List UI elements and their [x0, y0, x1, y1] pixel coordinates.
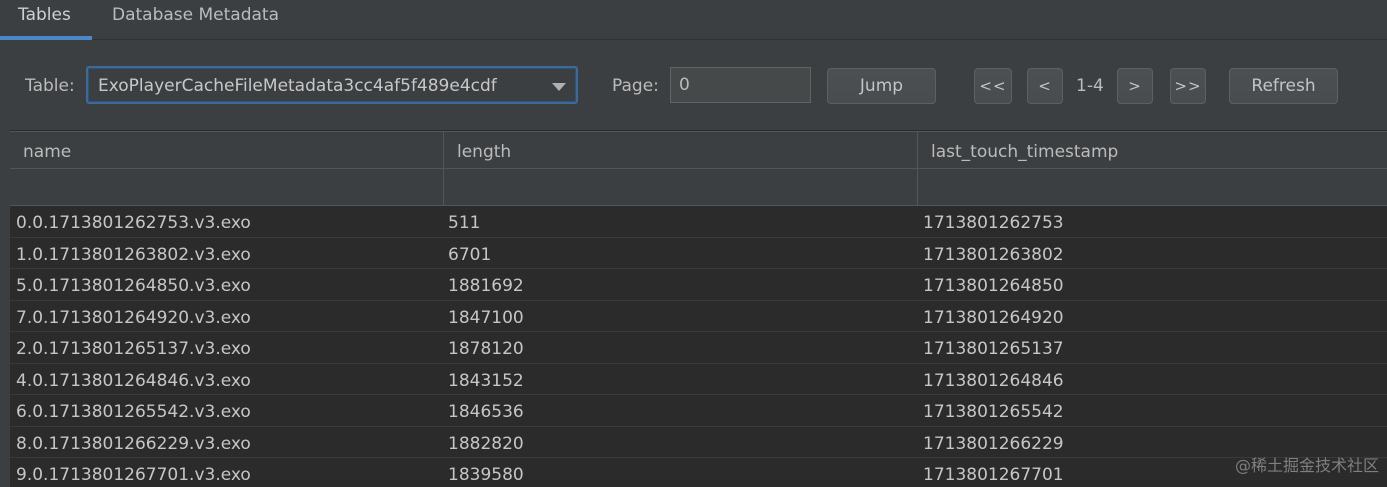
cell-name[interactable]: 9.0.1713801267701.v3.exo [16, 458, 251, 487]
page-input[interactable] [670, 67, 811, 103]
cell-last-touch-timestamp[interactable]: 1713801263802 [923, 238, 1064, 272]
cell-name[interactable]: 1.0.1713801263802.v3.exo [16, 238, 251, 272]
filter-row [10, 169, 1387, 206]
column-header-last-touch-timestamp[interactable]: last_touch_timestamp [918, 132, 1387, 169]
column-header-length[interactable]: length [444, 132, 918, 169]
refresh-button[interactable]: Refresh [1229, 68, 1338, 104]
table-row[interactable]: 2.0.1713801265137.v3.exo 1878120 171380126… [10, 332, 1387, 364]
filter-cell-name[interactable] [10, 169, 444, 205]
cell-name[interactable]: 6.0.1713801265542.v3.exo [16, 395, 251, 429]
filter-cell-length[interactable] [444, 169, 918, 205]
cell-length[interactable]: 1839580 [448, 458, 524, 487]
last-page-button[interactable]: >> [1170, 68, 1206, 104]
table-select[interactable]: ExoPlayerCacheFileMetadata3cc4af5f489e4c… [86, 66, 578, 104]
cell-name[interactable]: 4.0.1713801264846.v3.exo [16, 364, 251, 398]
next-page-button[interactable]: > [1117, 68, 1153, 104]
cell-length[interactable]: 511 [448, 206, 480, 240]
cell-length[interactable]: 1843152 [448, 364, 524, 398]
cell-last-touch-timestamp[interactable]: 1713801265137 [923, 332, 1064, 366]
first-page-button[interactable]: << [974, 68, 1012, 104]
page-range-text: 1-4 [1076, 76, 1104, 96]
cell-last-touch-timestamp[interactable]: 1713801264846 [923, 364, 1064, 398]
cell-length[interactable]: 1878120 [448, 332, 524, 366]
chevron-down-icon [552, 83, 566, 91]
cell-name[interactable]: 8.0.1713801266229.v3.exo [16, 427, 251, 461]
cell-length[interactable]: 1846536 [448, 395, 524, 429]
table-row[interactable]: 1.0.1713801263802.v3.exo 6701 171380126380… [10, 238, 1387, 272]
cell-length[interactable]: 1881692 [448, 269, 524, 303]
tab-database-metadata[interactable]: Database Metadata [112, 0, 279, 40]
filter-cell-last-touch-timestamp[interactable] [918, 169, 1387, 205]
active-tab-indicator [0, 36, 92, 40]
cell-last-touch-timestamp[interactable]: 1713801264920 [923, 301, 1064, 335]
table-row[interactable]: 0.0.1713801262753.v3.exo 511 1713801262753 [10, 206, 1387, 238]
data-table: name length last_touch_timestamp 0.0.171… [10, 130, 1387, 487]
table-select-value: ExoPlayerCacheFileMetadata3cc4af5f489e4c… [98, 76, 497, 96]
cell-last-touch-timestamp[interactable]: 1713801266229 [923, 427, 1064, 461]
tab-tables[interactable]: Tables [18, 0, 71, 40]
column-header-name[interactable]: name [10, 132, 444, 169]
cell-last-touch-timestamp[interactable]: 1713801267701 [923, 458, 1064, 487]
table-header: name length last_touch_timestamp [10, 131, 1387, 169]
cell-name[interactable]: 7.0.1713801264920.v3.exo [16, 301, 251, 335]
cell-name[interactable]: 5.0.1713801264850.v3.exo [16, 269, 251, 303]
cell-name[interactable]: 2.0.1713801265137.v3.exo [16, 332, 251, 366]
table-row[interactable]: 6.0.1713801265542.v3.exo 1846536 171380126… [10, 395, 1387, 427]
jump-button[interactable]: Jump [827, 68, 936, 104]
cell-last-touch-timestamp[interactable]: 1713801265542 [923, 395, 1064, 429]
cell-last-touch-timestamp[interactable]: 1713801264850 [923, 269, 1064, 303]
table-row[interactable]: 9.0.1713801267701.v3.exo 1839580 171380126… [10, 458, 1387, 487]
table-row[interactable]: 8.0.1713801266229.v3.exo 1882820 171380126… [10, 427, 1387, 461]
tab-bar: Tables Database Metadata [0, 0, 1387, 40]
cell-length[interactable]: 1847100 [448, 301, 524, 335]
cell-length[interactable]: 6701 [448, 238, 491, 272]
page-label: Page: [612, 76, 659, 96]
table-row[interactable]: 7.0.1713801264920.v3.exo 1847100 171380126… [10, 301, 1387, 335]
table-label: Table: [25, 76, 75, 96]
table-row[interactable]: 5.0.1713801264850.v3.exo 1881692 171380126… [10, 269, 1387, 301]
cell-length[interactable]: 1882820 [448, 427, 524, 461]
cell-last-touch-timestamp[interactable]: 1713801262753 [923, 206, 1064, 240]
table-row[interactable]: 4.0.1713801264846.v3.exo 1843152 171380126… [10, 364, 1387, 398]
previous-page-button[interactable]: < [1027, 68, 1063, 104]
cell-name[interactable]: 0.0.1713801262753.v3.exo [16, 206, 251, 240]
watermark: @稀土掘金技术社区 [1234, 456, 1379, 475]
